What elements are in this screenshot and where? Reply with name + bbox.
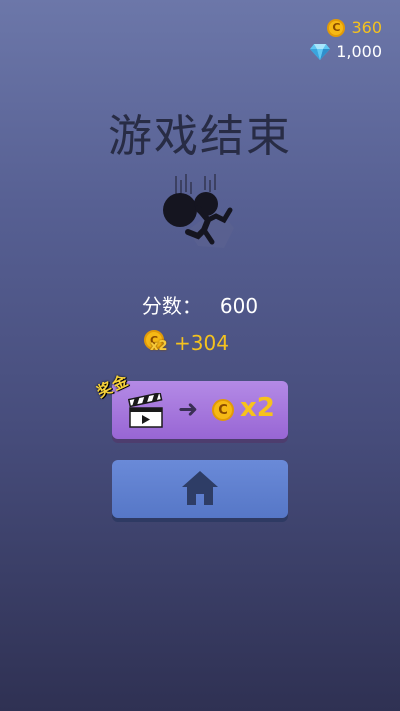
game-over-title: 游戏结束 [108, 111, 292, 162]
coin-reward: C x2 +304 [144, 330, 229, 356]
clapperboard-icon [128, 393, 163, 428]
arrow-icon: ➜ [178, 395, 199, 423]
falling-stickman-image [163, 174, 234, 248]
watch-ad-double-coins-button[interactable]: 奖金 ➜ C x2 [94, 371, 288, 439]
score-display: 分数： 600 [0, 290, 400, 319]
gold-amount: 360 [351, 18, 382, 37]
double-coin-icon: C x2 [144, 330, 172, 356]
home-button[interactable] [112, 460, 288, 518]
coin-icon: C [327, 18, 346, 37]
coin-icon: C [212, 399, 234, 421]
ad-multiplier-label: x2 [240, 393, 275, 423]
home-icon [182, 471, 218, 505]
multiplier-badge: x2 [150, 339, 168, 354]
score-value: 600 [219, 294, 259, 318]
gem-amount: 1,000 [336, 42, 382, 61]
reward-amount: +304 [174, 331, 229, 355]
diamond-icon [310, 43, 331, 60]
bonus-tag: 奖金 [94, 370, 133, 402]
gem-counter: 1,000 [310, 42, 382, 61]
score-label: 分数： [141, 294, 202, 318]
gold-counter: C 360 [327, 18, 382, 37]
